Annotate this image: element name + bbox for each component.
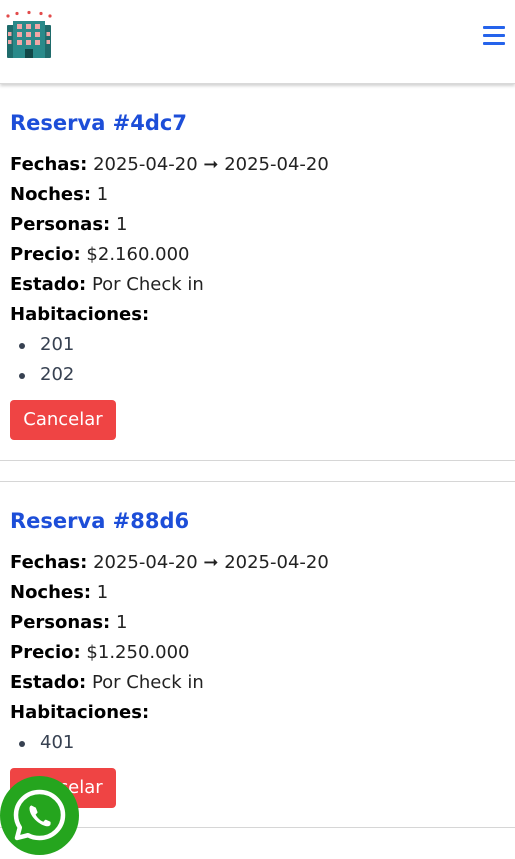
people-value: 1: [115, 612, 128, 633]
price-label: Precio:: [10, 244, 81, 265]
hamburger-menu-icon[interactable]: [482, 24, 508, 46]
nights-row: Noches: 1: [10, 581, 108, 605]
people-label: Personas:: [10, 214, 111, 235]
cancel-button[interactable]: Cancelar: [10, 400, 116, 440]
price-label: Precio:: [10, 642, 81, 663]
dates-value: 2025-04-20 ➞ 2025-04-20: [93, 154, 329, 175]
status-label: Estado:: [10, 672, 87, 693]
dates-row: Fechas: 2025-04-20 ➞ 2025-04-20: [10, 153, 329, 177]
rooms-row: Habitaciones:: [10, 701, 149, 725]
dates-row: Fechas: 2025-04-20 ➞ 2025-04-20: [10, 551, 329, 575]
whatsapp-button[interactable]: [0, 776, 79, 855]
nights-label: Noches:: [10, 582, 92, 603]
price-value: $2.160.000: [86, 244, 190, 265]
list-bullet: [19, 741, 25, 747]
people-label: Personas:: [10, 612, 111, 633]
whatsapp-icon: [13, 789, 66, 841]
reservation-title: Reserva #88d6: [10, 509, 190, 533]
people-value: 1: [115, 214, 128, 235]
dates-label: Fechas:: [10, 552, 88, 573]
list-bullet: [19, 373, 25, 379]
nights-label: Noches:: [10, 184, 92, 205]
dates-label: Fechas:: [10, 154, 88, 175]
nights-row: Noches: 1: [10, 183, 108, 207]
hotel-building-icon[interactable]: [3, 10, 55, 60]
room-item: 201: [40, 334, 75, 355]
room-item: 401: [40, 732, 75, 753]
status-row: Estado: Por Check in: [10, 273, 204, 297]
status-value: Por Check in: [91, 672, 204, 693]
price-row: Precio: $2.160.000: [10, 243, 189, 267]
list-bullet: [19, 343, 25, 349]
room-item: 202: [40, 364, 75, 385]
app-header: [0, 0, 515, 84]
status-row: Estado: Por Check in: [10, 671, 204, 695]
rooms-row: Habitaciones:: [10, 303, 149, 327]
price-value: $1.250.000: [86, 642, 190, 663]
rooms-label: Habitaciones:: [10, 702, 150, 723]
reservation-title: Reserva #4dc7: [10, 111, 187, 135]
people-row: Personas: 1: [10, 611, 127, 635]
nights-value: 1: [96, 184, 109, 205]
status-label: Estado:: [10, 274, 87, 295]
reservation-card: Reserva #4dc7 Fechas: 2025-04-20 ➞ 2025-…: [0, 84, 515, 461]
nights-value: 1: [96, 582, 109, 603]
price-row: Precio: $1.250.000: [10, 641, 189, 665]
rooms-label: Habitaciones:: [10, 304, 150, 325]
dates-value: 2025-04-20 ➞ 2025-04-20: [93, 552, 329, 573]
status-value: Por Check in: [91, 274, 204, 295]
people-row: Personas: 1: [10, 213, 127, 237]
